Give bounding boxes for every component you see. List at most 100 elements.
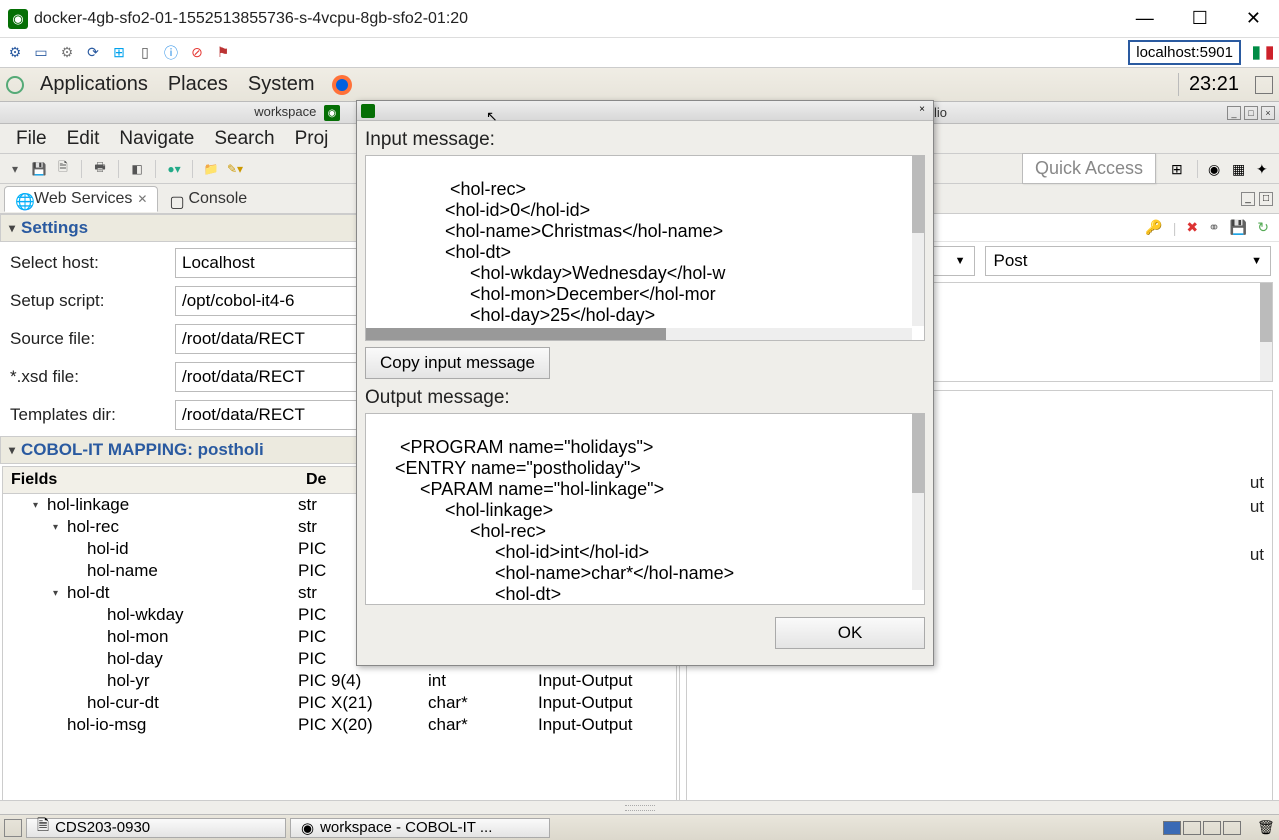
tab-console[interactable]: ▢ Console (158, 186, 258, 212)
refresh-icon[interactable]: ⟳ (84, 44, 102, 62)
stop-icon[interactable]: ⊘ (188, 44, 206, 62)
output-text: <PROGRAM name="holidays"> <ENTRY name="p… (370, 437, 771, 605)
ws-max-icon[interactable]: □ (1244, 106, 1258, 120)
collapse-icon[interactable]: ▾ (9, 221, 15, 235)
menu-navigate[interactable]: Navigate (109, 128, 204, 150)
vertical-scrollbar[interactable] (912, 414, 924, 590)
input-text: <hol-rec> <hol-id>0</hol-id> <hol-name>C… (370, 179, 725, 341)
refresh-icon[interactable]: ↻ (1257, 219, 1269, 236)
output-message-label: Output message: (365, 387, 925, 409)
console-icon: ▢ (169, 192, 183, 206)
wand-icon[interactable]: ✎▾ (226, 160, 244, 178)
workspace-left-label: workspace (254, 104, 316, 119)
source-file-label: Source file: (10, 329, 175, 349)
warn-icon[interactable]: ⚑ (214, 44, 232, 62)
window-title: docker-4gb-sfo2-01-1552513855736-s-4vcpu… (34, 10, 1126, 28)
col-fields[interactable]: Fields (3, 467, 298, 493)
table-row[interactable]: hol-io-msgPIC X(20)char*Input-Output (3, 714, 676, 736)
min-view-icon[interactable]: _ (1241, 192, 1255, 206)
dialog-close-icon[interactable]: × (915, 104, 929, 118)
clock[interactable]: 23:21 (1178, 73, 1249, 96)
settings-title: Settings (21, 218, 88, 238)
ws-close-icon[interactable]: × (1261, 106, 1275, 120)
screen-icon[interactable]: ▭ (32, 44, 50, 62)
menu-project[interactable]: Proj (285, 128, 339, 150)
horizontal-scrollbar[interactable] (366, 328, 912, 340)
saveall-icon[interactable]: 🗎 (54, 160, 72, 178)
workspace-right-label: lio (934, 105, 947, 120)
tab-label: Console (188, 190, 247, 208)
info-icon[interactable]: ⓘ (162, 44, 180, 62)
print-icon[interactable]: 🖶 (91, 160, 109, 178)
new-icon[interactable]: ▾ (6, 160, 24, 178)
templates-dir-label: Templates dir: (10, 405, 175, 425)
connect-icon[interactable]: ⚙ (6, 44, 24, 62)
desktop-menubar: Applications Places System 23:21 (0, 68, 1279, 102)
window-controls: — ☐ ✕ (1126, 4, 1271, 33)
doc-icon[interactable]: ▯ (136, 44, 154, 62)
minimize-button[interactable]: — (1126, 4, 1164, 33)
delete-icon[interactable]: ✖ (1186, 219, 1198, 236)
desktop-taskbar: 🗎 CDS203-0930 ◉ workspace - COBOL-IT ...… (0, 814, 1279, 840)
trash-icon[interactable]: 🗑 (1257, 819, 1275, 837)
menu-file[interactable]: File (6, 128, 57, 150)
app-eye-icon: ◉ (8, 9, 28, 29)
input-message-textarea[interactable]: <hol-rec> <hol-id>0</hol-id> <hol-name>C… (365, 155, 925, 341)
panel-separator[interactable] (0, 800, 1279, 814)
task-label: workspace - COBOL-IT ... (320, 819, 492, 836)
quick-access[interactable]: Quick Access (1022, 153, 1156, 184)
vertical-scrollbar[interactable] (912, 156, 924, 326)
globe-icon: 🌐 (15, 192, 29, 206)
max-view-icon[interactable]: □ (1259, 192, 1273, 206)
chevron-down-icon: ▼ (955, 255, 966, 267)
menu-system[interactable]: System (238, 73, 325, 96)
mapping-title: COBOL-IT MAPPING: postholi (21, 440, 264, 460)
task-eye-icon: ◉ (301, 819, 314, 837)
gear-icon[interactable]: ⚙ (58, 44, 76, 62)
flag-icon (1253, 46, 1273, 60)
persp-3-icon[interactable]: ✦ (1255, 160, 1273, 178)
close-icon[interactable]: ✕ (137, 192, 147, 206)
menu-edit[interactable]: Edit (57, 128, 110, 150)
combo-value: Post (994, 251, 1028, 271)
table-row[interactable]: hol-cur-dtPIC X(21)char*Input-Output (3, 692, 676, 714)
run-icon[interactable]: ●▾ (165, 160, 183, 178)
folder-icon[interactable]: 📁 (202, 160, 220, 178)
tab-label: Web Services (34, 190, 132, 208)
output-message-textarea[interactable]: <PROGRAM name="holidays"> <ENTRY name="p… (365, 413, 925, 605)
xsd-file-label: *.xsd file: (10, 367, 175, 387)
persp-1-icon[interactable]: ◉ (1207, 160, 1225, 178)
task-button[interactable]: 🗎 CDS203-0930 (26, 818, 286, 838)
menu-search[interactable]: Search (204, 128, 284, 150)
dialog-titlebar[interactable]: × (357, 101, 933, 121)
open-persp-icon[interactable]: ⊞ (1170, 160, 1188, 178)
firefox-icon[interactable] (331, 74, 353, 96)
tab-webservices[interactable]: 🌐 Web Services ✕ (4, 186, 158, 212)
host-field[interactable]: localhost:5901 (1128, 40, 1241, 65)
show-desktop-icon[interactable] (4, 819, 22, 837)
save-icon[interactable]: 💾 (30, 160, 48, 178)
windows-icon[interactable]: ⊞ (110, 44, 128, 62)
task-button[interactable]: ◉ workspace - COBOL-IT ... (290, 818, 550, 838)
maximize-button[interactable]: ☐ (1182, 4, 1218, 33)
persp-2-icon[interactable]: ▦ (1231, 160, 1249, 178)
method-combo[interactable]: Post ▼ (985, 246, 1272, 276)
workspace-switcher[interactable] (1163, 821, 1243, 835)
tray-icon[interactable] (1255, 76, 1273, 94)
copy-input-button[interactable]: Copy input message (365, 347, 550, 379)
key-icon[interactable]: 🔑 (1145, 219, 1162, 236)
table-row[interactable]: hol-yrPIC 9(4)intInput-Output (3, 670, 676, 692)
collapse-icon[interactable]: ▾ (9, 443, 15, 457)
link-icon[interactable]: ⚭ (1208, 219, 1220, 236)
chevron-down-icon: ▼ (1251, 255, 1262, 267)
save-icon[interactable]: 💾 (1230, 219, 1247, 236)
menu-applications[interactable]: Applications (30, 73, 158, 96)
close-button[interactable]: ✕ (1236, 4, 1271, 33)
ws-min-icon[interactable]: _ (1227, 106, 1241, 120)
os-titlebar: ◉ docker-4gb-sfo2-01-1552513855736-s-4vc… (0, 0, 1279, 38)
menu-places[interactable]: Places (158, 73, 238, 96)
ok-button[interactable]: OK (775, 617, 925, 649)
eye-icon (361, 104, 375, 118)
mark-icon[interactable]: ◧ (128, 160, 146, 178)
input-message-label: Input message: (365, 129, 925, 151)
